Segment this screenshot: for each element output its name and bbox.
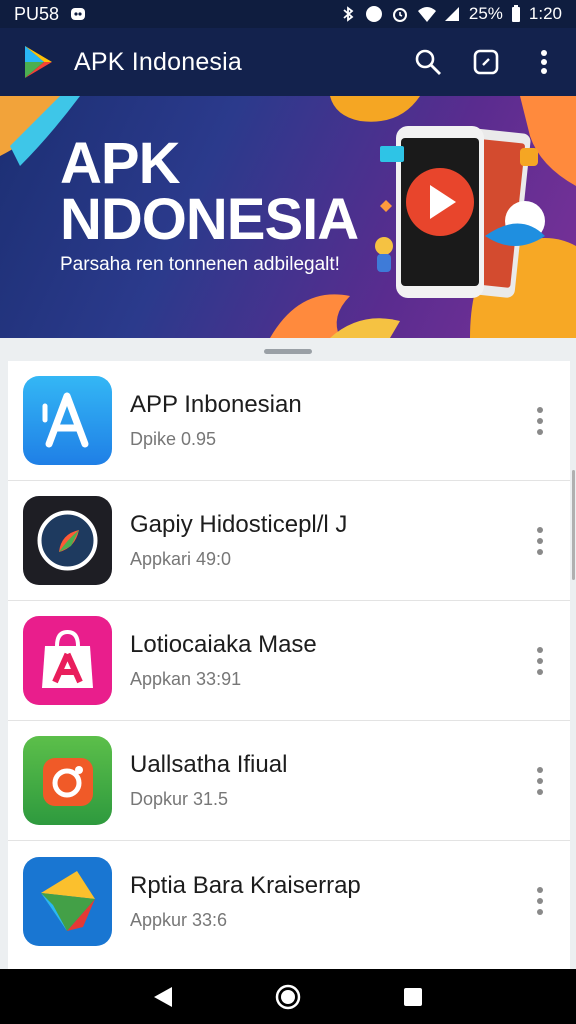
app-name: Uallsatha Ifiual <box>130 751 288 778</box>
sheet-drag-handle[interactable] <box>264 349 312 354</box>
play-triangle-icon <box>23 856 112 946</box>
list-item[interactable]: Rptia Bara Kraiserrap Appkur 33:6 <box>8 841 570 961</box>
list-item[interactable]: Gapiy Hidosticepl/l J Appkari 49:0 <box>8 481 570 601</box>
app-name: Lotiocaiaka Mase <box>130 631 317 658</box>
app-meta: Appkur 33:6 <box>130 909 228 930</box>
list-item[interactable]: Uallsatha Ifiual Dopkur 31.5 <box>8 721 570 841</box>
play-logo-icon <box>20 43 58 81</box>
status-left-text: PU58 <box>14 3 60 24</box>
recents-icon[interactable] <box>393 977 433 1017</box>
banner-tagline: Parsaha ren tonnenen adbilegalt! <box>60 254 340 275</box>
battery-icon <box>511 5 521 23</box>
bluetooth-icon <box>339 5 357 23</box>
app-meta: Appkan 33:91 <box>130 669 242 689</box>
overflow-menu-icon[interactable] <box>528 46 560 78</box>
app-name: Gapiy Hidosticepl/l J <box>130 511 348 538</box>
list-item[interactable]: Lotiocaiaka Mase Appkan 33:91 <box>8 601 570 721</box>
list-item[interactable]: APP Inbonesian Dpike 0.95 <box>8 361 570 481</box>
app-name: Rptia Bara Kraiserrap <box>130 871 361 899</box>
app-meta: Dpike 0.95 <box>130 429 217 449</box>
system-nav-bar <box>0 969 576 1024</box>
status-bar: PU58 25% 1:20 <box>0 0 576 28</box>
search-icon[interactable] <box>412 46 444 78</box>
app-meta: Dopkur 31.5 <box>130 789 229 809</box>
app-name: APP Inbonesian <box>130 391 302 418</box>
item-overflow-menu-icon[interactable] <box>528 643 552 679</box>
item-overflow-menu-icon[interactable] <box>528 883 552 919</box>
wifi-icon <box>417 5 436 23</box>
promo-banner[interactable]: APK NDONESIA Parsaha ren tonnenen adbile… <box>0 96 576 338</box>
banner-headline-line2: NDONESIA <box>60 187 359 252</box>
clock: 1:20 <box>528 4 562 23</box>
banner-headline-line1: APK <box>60 131 180 196</box>
app-store-a-icon <box>23 376 112 465</box>
app-list: APP Inbonesian Dpike 0.95 Gapiy Hidostic… <box>8 361 570 969</box>
item-overflow-menu-icon[interactable] <box>528 763 552 799</box>
dnd-icon <box>365 5 383 23</box>
shopping-bag-icon <box>23 616 112 705</box>
item-overflow-menu-icon[interactable] <box>528 403 552 439</box>
scrollbar[interactable] <box>572 470 575 580</box>
banner-headline: APK NDONESIA <box>60 131 359 252</box>
app-bar: APK Indonesia <box>0 28 576 96</box>
notification-icon <box>69 5 87 23</box>
alarm-icon <box>391 5 409 23</box>
camera-app-icon <box>23 736 112 825</box>
back-icon[interactable] <box>143 977 183 1017</box>
battery-percent: 25% <box>468 4 503 23</box>
home-icon[interactable] <box>268 977 308 1017</box>
item-overflow-menu-icon[interactable] <box>528 523 552 559</box>
circle-play-icon <box>23 496 112 585</box>
app-title: APK Indonesia <box>74 47 242 76</box>
signal-icon <box>443 5 461 23</box>
app-meta: Appkari 49:0 <box>130 549 232 569</box>
screen-rotate-icon[interactable] <box>470 46 502 78</box>
